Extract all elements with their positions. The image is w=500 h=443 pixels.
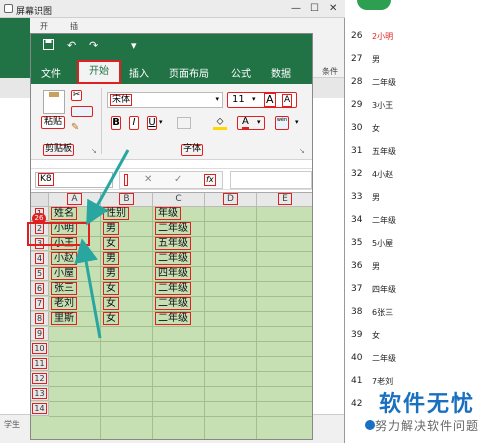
list-item-text: 4小赵	[372, 170, 394, 179]
list-item-text: 四年级	[372, 285, 396, 294]
watermark-subtitle: 努力解决软件问题	[375, 419, 480, 433]
list-item-number: 39	[351, 330, 363, 340]
list-item-number: 42	[351, 399, 363, 409]
list-item-text: 男	[372, 262, 380, 271]
list-item-text: 6张三	[372, 308, 394, 317]
list-item-number: 26	[351, 31, 363, 41]
annotation-arrows	[74, 149, 130, 339]
list-item[interactable]: 30 女	[346, 118, 500, 140]
list-item[interactable]: 32 4小赵	[346, 164, 500, 186]
list-item-text: 男	[372, 55, 380, 64]
list-item-number: 35	[351, 238, 363, 248]
list-item[interactable]: 27 男	[346, 49, 500, 71]
list-item-number: 30	[351, 123, 363, 133]
list-item-text: 二年级	[372, 78, 396, 87]
float-button[interactable]	[357, 0, 391, 10]
screen-recognition-window: 屏幕识图 — ☐ ✕ ↶ ↷ ▾ 文件 开始 插入 页面布局 公式 数据 粘贴	[0, 0, 345, 443]
list-item-number: 31	[351, 146, 363, 156]
list-item-text: 5小屋	[372, 239, 394, 248]
list-item[interactable]: 34 二年级	[346, 210, 500, 232]
list-item[interactable]: 28 二年级	[346, 72, 500, 94]
list-item[interactable]: 37 四年级	[346, 279, 500, 301]
list-item[interactable]: 33 男	[346, 187, 500, 209]
list-item[interactable]: 31 五年级	[346, 141, 500, 163]
list-item-text: 二年级	[372, 216, 396, 225]
arrow-up	[86, 149, 130, 226]
list-item-number: 32	[351, 169, 363, 179]
list-item-text: 女	[372, 124, 380, 133]
watermark-logo-icon	[365, 420, 375, 430]
list-item-number: 41	[351, 376, 363, 386]
list-item[interactable]: 29 3小王	[346, 95, 500, 117]
list-item-number: 34	[351, 215, 363, 225]
ocr-result-list: 26 2小明 27 男 28 二年级 29 3小王 30 女 31 五年级 32 4小赵 33 男 34 二年级 3…	[346, 0, 500, 443]
list-item[interactable]: 39 女	[346, 325, 500, 347]
list-item-text: 2小明	[372, 32, 394, 41]
list-item-text: 五年级	[372, 147, 396, 156]
list-item-text: 二年级	[372, 354, 396, 363]
list-item[interactable]: 35 5小屋	[346, 233, 500, 255]
watermark-title: 软件无忧	[379, 392, 476, 417]
list-item-number: 38	[351, 307, 363, 317]
list-item-text: 3小王	[372, 101, 394, 110]
list-item-number: 36	[351, 261, 363, 271]
list-item-text: 女	[372, 331, 380, 340]
list-item-number: 33	[351, 192, 363, 202]
list-item-number: 37	[351, 284, 363, 294]
list-item-number: 29	[351, 100, 363, 110]
list-item-text: 男	[372, 193, 380, 202]
list-item-number: 40	[351, 353, 363, 363]
arrow-down	[74, 238, 102, 339]
list-item[interactable]: 38 6张三	[346, 302, 500, 324]
list-item[interactable]: 36 男	[346, 256, 500, 278]
list-item[interactable]: 40 二年级	[346, 348, 500, 370]
watermark: 软件无忧 努力解决软件问题	[365, 386, 500, 443]
list-item-number: 28	[351, 77, 363, 87]
list-item-number: 27	[351, 54, 363, 64]
list-item[interactable]: 26 2小明	[346, 26, 500, 48]
